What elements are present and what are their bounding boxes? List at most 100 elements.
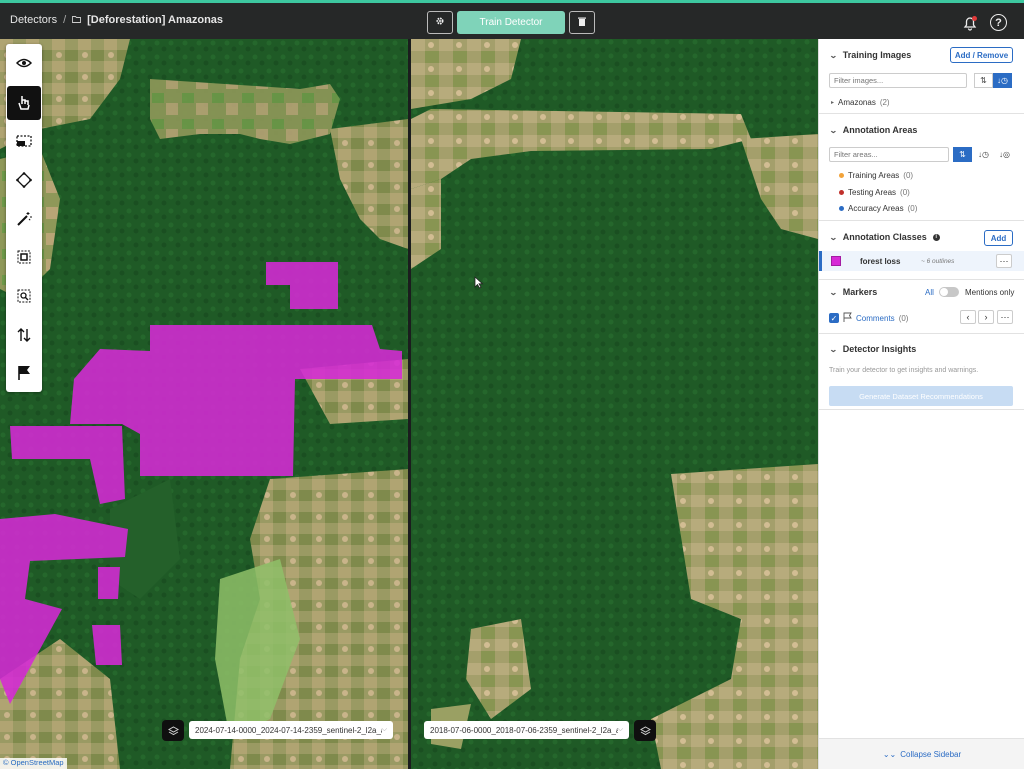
sort-clock-icon: ↓◷ [978,150,989,159]
layers-icon [639,725,651,735]
comments-row[interactable]: Comments (0) [843,312,908,324]
frame-tool[interactable] [7,240,41,274]
comments-checkbox[interactable]: ✓ [829,313,839,323]
previous-marker-button[interactable]: ‹ [960,310,976,324]
train-detector-button[interactable]: Train Detector [457,11,565,34]
comments-count: (0) [898,313,909,323]
areas-sort-alpha-button[interactable]: ⇅ [953,147,972,162]
swap-tool[interactable] [7,318,41,352]
area-label: Testing Areas [848,188,897,197]
polygon-tool[interactable] [7,163,41,197]
area-row-testing[interactable]: Testing Areas (0) [839,188,910,197]
help-icon: ? [995,16,1002,29]
areas-sort-target-button[interactable]: ↓◎ [995,147,1014,162]
filter-areas-input[interactable] [829,147,949,162]
filter-images-input[interactable] [829,73,967,88]
area-count: (0) [907,204,918,213]
zoom-area-tool[interactable] [7,279,41,313]
area-row-accuracy[interactable]: Accuracy Areas (0) [839,204,917,213]
help-button[interactable]: ? [990,14,1007,31]
map-attribution-link[interactable]: © OpenStreetMap [0,758,67,769]
add-remove-images-button[interactable]: Add / Remove [950,47,1013,63]
area-row-training[interactable]: Training Areas (0) [839,171,913,180]
frame-select-icon [17,250,31,264]
map-right-2018[interactable] [411,39,818,769]
chevron-right-icon: ▸ [831,100,835,106]
rectangle-tool[interactable] [7,124,41,158]
image-group-count: (2) [879,98,890,107]
class-more-button[interactable]: ⋯ [996,254,1012,268]
polygon-icon [16,172,32,188]
chevron-down-icon: ⌄ [828,344,838,354]
select-tool[interactable] [7,86,41,120]
add-class-button[interactable]: Add [984,230,1013,246]
view-tool[interactable] [7,46,41,80]
image-group-row[interactable]: ▸ Amazonas (2) [831,98,890,107]
magic-wand-tool[interactable] [7,202,41,236]
bell-icon [963,16,977,31]
chevron-down-icon: ⌄ [828,50,838,60]
layers-button-right[interactable] [634,720,656,741]
class-color-swatch[interactable] [831,256,841,266]
areas-sort-time-button[interactable]: ↓◷ [974,147,993,162]
eye-icon [16,58,32,68]
training-images-title: Training Images [842,50,912,60]
generate-recommendations-button[interactable]: Generate Dataset Recommendations [829,386,1013,406]
zoom-select-icon [17,289,31,303]
map-tool-palette [6,44,42,392]
map-left-2024[interactable] [0,39,408,769]
area-label: Training Areas [848,171,900,180]
training-images-header[interactable]: ⌄ Training Images [828,50,912,60]
annotation-areas-header[interactable]: ⌄ Annotation Areas [828,125,917,135]
image-date-select-left[interactable]: 2024-07-14-0000_2024-07-14-2359_sentinel… [189,721,393,739]
chevron-left-icon: ‹ [966,312,970,322]
mouse-cursor-icon [474,276,484,289]
markers-header[interactable]: ⌄ Markers [829,287,877,297]
sort-alpha-button[interactable]: ⇅ [974,73,993,88]
training-area-dot [839,173,844,178]
delete-button[interactable] [569,11,595,34]
image-date-right: 2018-07-06-0000_2018-07-06-2359_sentinel… [430,725,618,735]
satellite-image-2018 [411,39,818,769]
trash-icon [578,17,586,29]
markers-more-button[interactable]: ⋯ [997,310,1013,324]
settings-button[interactable] [427,11,453,34]
gear-icon [435,16,445,29]
flag-tool[interactable] [7,356,41,390]
markers-all-filter[interactable]: All [925,288,934,297]
folder-icon [72,15,82,25]
notifications-button[interactable] [962,15,978,31]
collapse-sidebar-button[interactable]: ⌄⌄ Collapse Sidebar [819,738,1024,769]
detector-insights-header[interactable]: ⌄ Detector Insights [828,344,916,354]
mentions-only-toggle[interactable] [939,287,959,297]
sidebar: ⌄ Training Images Add / Remove ⇅ ↓◷ ▸ Am… [818,39,1024,769]
detector-title: [Deforestation] Amazonas [87,14,224,26]
layers-button-left[interactable] [162,720,184,741]
chevron-down-icon: ⌄ [828,125,838,135]
class-outline-count: ~ 6 outlines [921,258,955,265]
markers-section: ⌄ Markers All Mentions only ✓ Comments (… [819,280,1024,334]
chevron-down-icon: ⌄ [828,232,838,242]
annotation-areas-section: ⌄ Annotation Areas ⇅ ↓◷ ↓◎ Training Area… [819,114,1024,221]
chevron-down-icon: ⌵ [617,726,623,733]
chevron-right-icon: › [984,312,988,322]
class-row-forest-loss[interactable]: forest loss ~ 6 outlines ⋯ [819,251,1024,271]
rectangle-select-icon [16,135,32,147]
magic-wand-icon [17,212,32,226]
annotation-classes-header[interactable]: ⌄ Annotation Classes i [828,232,940,242]
image-date-select-right[interactable]: 2018-07-06-0000_2018-07-06-2359_sentinel… [424,721,629,739]
sort-time-button[interactable]: ↓◷ [993,73,1012,88]
sort-alpha-icon: ⇅ [980,76,987,85]
insights-hint: Train your detector to get insights and … [829,367,979,374]
hand-pointer-icon [18,96,30,110]
top-bar: Detectors / [Deforestation] Amazonas Tra… [0,3,1024,39]
next-marker-button[interactable]: › [978,310,994,324]
image-date-left: 2024-07-14-0000_2024-07-14-2359_sentinel… [195,725,382,735]
breadcrumb: Detectors / [Deforestation] Amazonas [10,14,223,26]
area-count: (0) [900,188,910,197]
annotation-classes-title: Annotation Classes [842,232,927,242]
training-images-section: ⌄ Training Images Add / Remove ⇅ ↓◷ ▸ Am… [819,39,1024,114]
breadcrumb-detectors[interactable]: Detectors [10,14,57,26]
satellite-image-2024 [0,39,408,769]
breadcrumb-separator: / [63,14,67,26]
